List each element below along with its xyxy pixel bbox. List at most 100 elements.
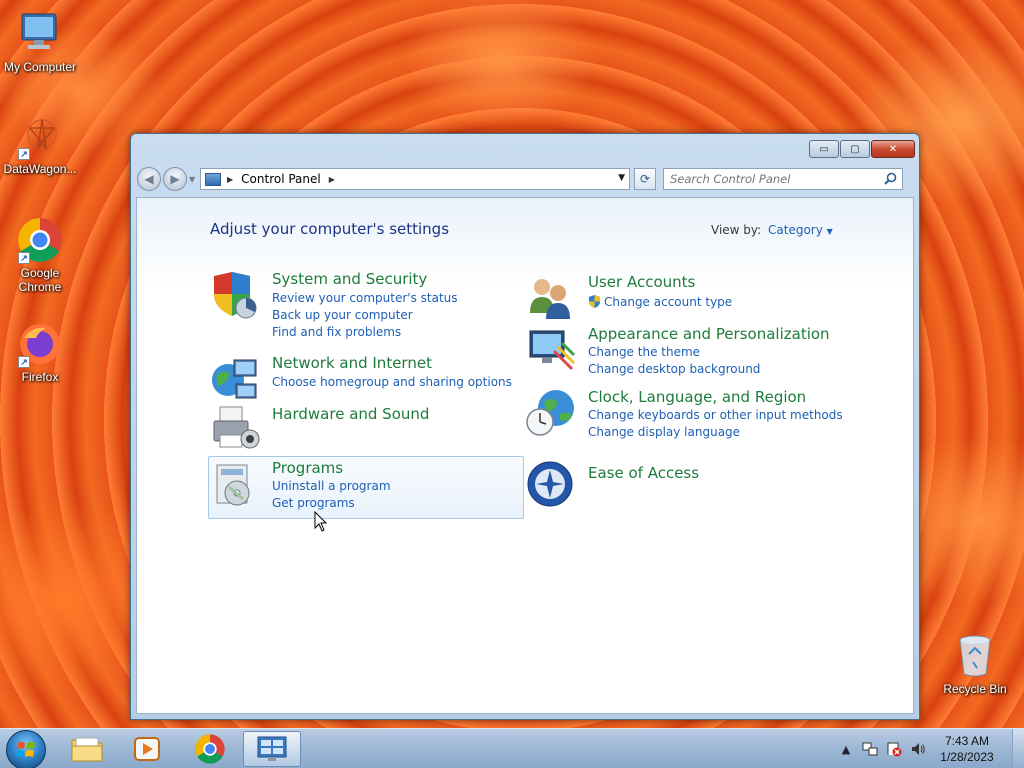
view-by-value[interactable]: Category	[768, 223, 823, 237]
monitor-palette-icon	[529, 330, 576, 371]
system-tray: ▲ 7:43 AM 1/28/2023	[834, 729, 1024, 768]
computer-icon	[16, 10, 64, 58]
printer-icon	[213, 406, 260, 449]
category-network-internet: Network and Internet Choose homegroup an…	[210, 354, 512, 399]
link-change-keyboards[interactable]: Change keyboards or other input methods	[588, 408, 843, 422]
search-icon[interactable]	[884, 172, 897, 185]
chrome-icon: ↗	[16, 216, 64, 264]
category-title[interactable]: Clock, Language, and Region	[588, 388, 806, 406]
taskbar-control-panel[interactable]	[243, 731, 301, 767]
chevron-down-icon[interactable]: ▼	[827, 227, 833, 236]
category-title[interactable]: User Accounts	[588, 273, 695, 291]
shortcut-arrow-icon: ↗	[18, 148, 30, 160]
category-hardware-sound: Hardware and Sound	[210, 405, 510, 455]
link-review-status[interactable]: Review your computer's status	[272, 291, 458, 305]
link-uninstall-program[interactable]: Uninstall a program	[272, 479, 391, 493]
search-input[interactable]	[670, 172, 870, 186]
action-center-icon[interactable]	[886, 741, 902, 757]
taskbar-media-player[interactable]	[118, 731, 176, 767]
folder-icon	[71, 737, 103, 762]
uac-shield-icon	[588, 295, 601, 308]
desktop-icon-datawagon[interactable]: ↗ DataWagon...	[0, 112, 80, 176]
category-user-accounts: User Accounts Change account type	[526, 273, 826, 321]
category-programs[interactable]: Programs Uninstall a program Get program…	[208, 456, 524, 519]
mouse-cursor-icon	[314, 511, 328, 532]
datawagon-icon: ↗	[16, 112, 64, 160]
category-title[interactable]: Hardware and Sound	[272, 405, 429, 423]
close-button[interactable]: ✕	[871, 140, 915, 158]
taskbar-chrome[interactable]	[181, 731, 239, 767]
link-back-up[interactable]: Back up your computer	[272, 308, 413, 322]
control-panel-icon	[205, 172, 221, 186]
desktop-icon-google-chrome[interactable]: ↗ Google Chrome	[0, 216, 80, 294]
shortcut-arrow-icon: ↗	[18, 356, 30, 368]
taskbar-explorer[interactable]	[58, 731, 116, 767]
recycle-bin-icon	[951, 632, 999, 680]
window-controls: ▭ ▢ ✕	[809, 140, 915, 158]
desktop-icon-label: DataWagon...	[3, 162, 77, 176]
windows-logo-icon	[16, 742, 35, 757]
recent-pages-dropdown[interactable]: ▼	[189, 175, 197, 184]
clock[interactable]: 7:43 AM 1/28/2023	[930, 733, 1004, 765]
breadcrumb-arrow-icon[interactable]: ▶	[329, 175, 335, 184]
back-button[interactable]: ◀	[137, 167, 161, 191]
taskbar: ▲ 7:43 AM 1/28/2023	[0, 728, 1024, 768]
category-title[interactable]: Network and Internet	[272, 354, 432, 372]
desktop-icon-recycle-bin[interactable]: Recycle Bin	[935, 632, 1015, 696]
view-by-dropdown[interactable]: Category ▼	[768, 223, 833, 237]
start-button[interactable]	[6, 730, 46, 768]
category-title[interactable]: Programs	[272, 459, 343, 477]
desktop-icon-my-computer[interactable]: My Computer	[0, 10, 80, 74]
volume-icon[interactable]	[910, 741, 926, 757]
link-change-account-type[interactable]: Change account type	[604, 295, 732, 309]
desktop-icon-label: Recycle Bin	[943, 682, 1007, 696]
clock-time: 7:43 AM	[944, 734, 990, 748]
breadcrumb-control-panel[interactable]: Control Panel	[241, 172, 321, 186]
desktop-icon-label: My Computer	[3, 60, 77, 74]
network-icon[interactable]	[862, 741, 878, 757]
category-title[interactable]: System and Security	[272, 270, 427, 288]
desktop-icon-label: Firefox	[21, 370, 59, 384]
programs-icon	[216, 464, 250, 506]
control-panel-window: ▭ ▢ ✕ ◀ ▶ ▼ ▶ Control Panel ▶ ▼ ⟳ Adjust…	[130, 133, 920, 720]
maximize-button[interactable]: ▢	[840, 140, 870, 158]
link-change-display-language[interactable]: Change display language	[588, 425, 740, 439]
link-change-theme[interactable]: Change the theme	[588, 345, 700, 359]
category-system-security: System and Security Review your computer…	[210, 270, 510, 350]
desktop-icon-label: Google Chrome	[18, 266, 62, 294]
show-desktop-button[interactable]	[1012, 729, 1024, 768]
refresh-button[interactable]: ⟳	[634, 168, 656, 190]
chrome-icon	[195, 734, 225, 764]
view-by-label: View by:	[711, 223, 762, 237]
globe-network-icon	[212, 359, 257, 399]
link-change-desktop-background[interactable]: Change desktop background	[588, 362, 760, 376]
desktop-icon-firefox[interactable]: ↗ Firefox	[0, 320, 80, 384]
show-hidden-icons-icon[interactable]: ▲	[838, 741, 854, 757]
category-appearance: Appearance and Personalization Change th…	[526, 325, 830, 376]
shortcut-arrow-icon: ↗	[18, 252, 30, 264]
page-title: Adjust your computer's settings	[210, 220, 450, 238]
link-find-fix-problems[interactable]: Find and fix problems	[272, 325, 401, 339]
firefox-icon: ↗	[16, 320, 64, 368]
link-homegroup-sharing[interactable]: Choose homegroup and sharing options	[272, 375, 512, 389]
shield-icon	[214, 272, 257, 319]
content-pane: Adjust your computer's settings View by:…	[136, 197, 914, 714]
breadcrumb-arrow-icon[interactable]: ▶	[227, 175, 233, 184]
link-get-programs[interactable]: Get programs	[272, 496, 355, 510]
category-title[interactable]: Ease of Access	[588, 464, 699, 482]
category-ease-of-access: Ease of Access	[526, 460, 826, 510]
search-box[interactable]	[663, 168, 903, 190]
category-title[interactable]: Appearance and Personalization	[588, 325, 830, 343]
category-clock-language-region: Clock, Language, and Region Change keybo…	[526, 388, 843, 439]
users-icon	[530, 279, 570, 319]
minimize-button[interactable]: ▭	[809, 140, 839, 158]
media-player-icon	[134, 737, 160, 761]
navigation-bar: ◀ ▶ ▼ ▶ Control Panel ▶ ▼ ⟳	[137, 166, 913, 192]
address-dropdown-icon[interactable]: ▼	[618, 173, 625, 183]
control-panel-icon	[257, 736, 287, 761]
clock-globe-icon	[526, 390, 574, 436]
ease-of-access-icon	[527, 461, 573, 507]
clock-date: 1/28/2023	[940, 750, 994, 764]
address-bar[interactable]: ▶ Control Panel ▶ ▼	[200, 168, 630, 190]
forward-button[interactable]: ▶	[163, 167, 187, 191]
